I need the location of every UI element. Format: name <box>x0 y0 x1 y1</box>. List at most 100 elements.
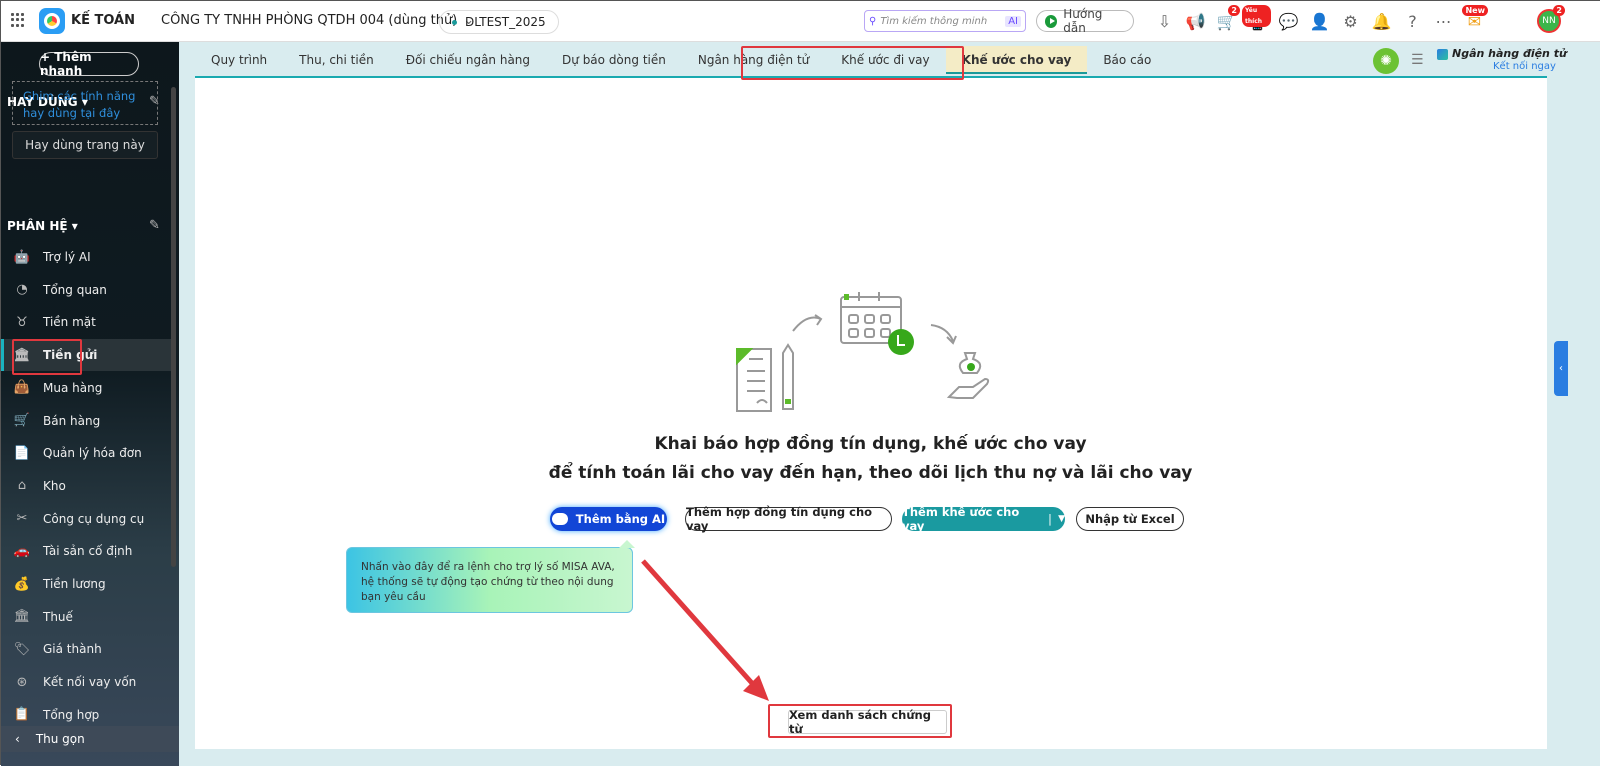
tab[interactable]: Khế ước cho vay <box>945 46 1088 74</box>
module-icon: ⌂ <box>17 478 27 494</box>
cart-icon[interactable]: 🛒 2 <box>1211 5 1242 33</box>
module-icon: ◔ <box>16 282 28 298</box>
favorite-badge: Yêu thích <box>1242 5 1271 27</box>
module-icon: 🚗 <box>13 543 31 559</box>
avatar[interactable]: NN 2 <box>1537 5 1565 33</box>
app-name: KẾ TOÁN <box>71 13 135 28</box>
phone-icon[interactable]: 📱Yêu thích <box>1242 5 1273 33</box>
play-icon <box>1045 14 1058 28</box>
add-user-icon[interactable]: 👤 <box>1304 9 1335 33</box>
edit-pencil-icon[interactable]: ✎ <box>149 218 160 233</box>
add-loan-agreement-button[interactable]: Thêm khế ước cho vay | ▼ <box>902 505 1065 533</box>
sidebar-item-label: Thuế <box>43 609 73 624</box>
database-selector[interactable]: DLTEST_2025 <box>439 10 559 34</box>
sidebar-item[interactable]: 👜 Mua hàng <box>1 372 171 404</box>
tab[interactable]: Quy trình <box>195 46 283 74</box>
tab[interactable]: Thu, chi tiền <box>283 46 390 74</box>
chevron-left-icon: ‹ <box>15 732 20 746</box>
sidebar-item[interactable]: ◔ Tổng quan <box>1 274 171 306</box>
tab[interactable]: Đối chiếu ngân hàng <box>390 46 546 74</box>
lightbulb-icon[interactable]: ✺ <box>1373 48 1399 74</box>
add-by-ai-button[interactable]: Thêm bằng AI <box>550 507 667 531</box>
settings-filter-icon[interactable]: ☰ <box>1411 52 1424 68</box>
ai-badge: AI <box>1005 15 1021 27</box>
modules-title[interactable]: PHÂN HỆ ▾ <box>7 219 78 233</box>
module-icon: 🏛 <box>13 609 31 625</box>
misa-logo-icon <box>39 8 65 34</box>
new-badge: New <box>1462 5 1488 16</box>
highlight-box <box>741 46 964 80</box>
sidebar-item-label: Tiền mặt <box>43 315 96 330</box>
add-credit-contract-button[interactable]: Thêm hợp đồng tín dụng cho vay <box>685 505 892 533</box>
sidebar-item-label: Tổng hợp <box>43 707 100 722</box>
highlight-box <box>12 339 82 375</box>
sidebar-item-label: Công cụ dụng cụ <box>43 511 145 526</box>
chat-icon[interactable]: 💬 <box>1273 9 1304 33</box>
ebank-title[interactable]: Ngân hàng điện tử <box>1437 47 1567 60</box>
sidebar-item-label: Kho <box>43 478 66 493</box>
sidebar-item-label: Giá thành <box>43 642 102 657</box>
smart-search-input[interactable]: ⚲ Tìm kiếm thông minh AI <box>864 10 1026 32</box>
sidebar-item[interactable]: 📄 Quản lý hóa đơn <box>1 437 171 469</box>
sidebar-item-label: Mua hàng <box>43 380 103 395</box>
sidebar-item[interactable]: ⊛ Kết nối vay vốn <box>1 666 171 698</box>
gear-icon[interactable]: ⚙ <box>1335 9 1366 33</box>
module-icon: ✂ <box>16 511 28 527</box>
split-divider: | <box>1047 512 1053 526</box>
app-grid-icon[interactable] <box>11 13 25 27</box>
sidebar-item[interactable]: 🛒 Bán hàng <box>1 405 171 437</box>
cart-badge: 2 <box>1228 5 1240 16</box>
calendar-icon <box>840 292 914 355</box>
company-name: CÔNG TY TNHH PHÒNG QTDH 004 (dùng thử) <box>161 13 458 28</box>
sidebar-item[interactable]: 🚗 Tài sản cố định <box>1 535 171 567</box>
sidebar-scrollbar[interactable] <box>171 87 176 567</box>
module-icon: 👜 <box>13 380 31 396</box>
company-selector[interactable]: CÔNG TY TNHH PHÒNG QTDH 004 (dùng thử) ⌄ <box>161 13 474 28</box>
top-bar: KẾ TOÁN CÔNG TY TNHH PHÒNG QTDH 004 (dùn… <box>1 1 1600 42</box>
avatar-badge: 2 <box>1553 5 1565 16</box>
tab[interactable]: Báo cáo <box>1087 46 1167 74</box>
sidebar-item[interactable]: 🤖 Trợ lý AI <box>1 241 171 273</box>
dropdown-arrow-icon[interactable]: ▼ <box>1058 514 1065 524</box>
bell-icon[interactable]: 🔔 <box>1366 9 1397 33</box>
money-hand-icon <box>946 352 990 399</box>
guide-button[interactable]: Hướng dẫn <box>1036 7 1134 35</box>
modules-label: PHÂN HỆ <box>7 219 68 233</box>
sidebar-item[interactable]: 🏷 Giá thành <box>1 633 171 665</box>
sidebar-item-label: Tài sản cố định <box>43 544 133 559</box>
sidebar-item[interactable]: 💰 Tiền lương <box>1 568 171 600</box>
more-icon[interactable]: ⋯ <box>1428 9 1459 33</box>
module-icon: 🏷 <box>13 641 31 657</box>
sidebar-item[interactable]: ✂ Công cụ dụng cụ <box>1 503 171 535</box>
module-icon: ♉ <box>16 314 28 330</box>
sidebar-item-label: Tiền lương <box>43 577 106 591</box>
sidebar-item-label: Bán hàng <box>43 413 101 428</box>
download-icon[interactable]: ⇩ <box>1149 9 1180 33</box>
module-icon: 📄 <box>13 445 31 461</box>
ai-tooltip: Nhấn vào đây để ra lệnh cho trợ lý số MI… <box>346 540 635 613</box>
sidebar: + Thêm nhanh HAY DÙNG ▾ ✎ Ghim các tính … <box>1 42 179 766</box>
collapse-button[interactable]: ‹ Thu gọn <box>1 726 179 752</box>
import-excel-button[interactable]: Nhập từ Excel <box>1076 507 1184 531</box>
module-icon: 🛒 <box>13 413 31 428</box>
megaphone-icon[interactable]: 📢 <box>1180 9 1211 33</box>
tab[interactable]: Dự báo dòng tiền <box>546 46 682 74</box>
pin-hint: Ghim các tính năng hay dùng tại đây <box>12 81 158 125</box>
module-icon: 🤖 <box>13 249 31 265</box>
tab-bar: Quy trình Thu, chi tiền Đối chiếu ngân hàn… <box>195 42 1167 78</box>
guide-label: Hướng dẫn <box>1063 7 1103 35</box>
avatar-initials: NN <box>1542 16 1556 26</box>
gift-icon[interactable]: ✉ New <box>1459 5 1490 33</box>
favorite-this-page-button[interactable]: Hay dùng trang này <box>12 131 158 159</box>
help-icon[interactable]: ? <box>1397 9 1428 33</box>
add-loan-label: Thêm khế ước cho vay <box>902 505 1020 533</box>
database-name: DLTEST_2025 <box>465 15 546 29</box>
ebank-logo-icon <box>1437 48 1448 60</box>
expand-panel-tab[interactable]: ‹ <box>1554 341 1568 396</box>
sidebar-item-label: Quản lý hóa đơn <box>43 446 142 461</box>
sidebar-item[interactable]: ⌂ Kho <box>1 470 171 502</box>
connect-now-link[interactable]: Kết nối ngay <box>1493 61 1556 72</box>
sidebar-item[interactable]: ♉ Tiền mặt <box>1 306 171 338</box>
sidebar-item[interactable]: 🏛 Thuế <box>1 601 171 633</box>
quick-add-button[interactable]: + Thêm nhanh <box>39 50 139 78</box>
